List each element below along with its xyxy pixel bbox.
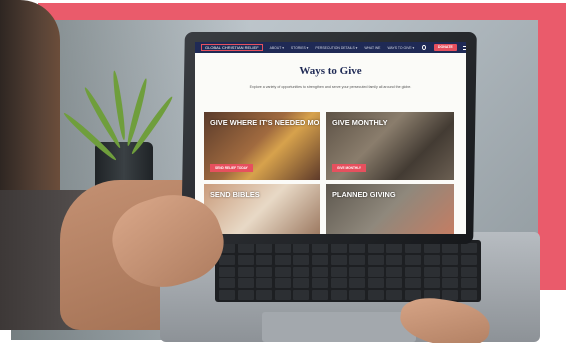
keyboard-key[interactable] xyxy=(274,243,291,253)
keyboard-key[interactable] xyxy=(386,290,403,301)
card-planned-giving[interactable]: PLANNED GIVING xyxy=(326,184,454,234)
keyboard-key[interactable] xyxy=(423,254,440,265)
card-title: GIVE MONTHLY xyxy=(332,118,388,127)
keyboard-key[interactable] xyxy=(256,290,273,301)
site-logo[interactable]: GLOBAL CHRISTIAN RELIEF xyxy=(201,44,263,51)
card-give-monthly[interactable]: GIVE MONTHLY GIVE MONTHLY xyxy=(326,112,454,180)
keyboard-key[interactable] xyxy=(256,254,273,265)
keyboard-key[interactable] xyxy=(330,290,347,301)
keyboard-key[interactable] xyxy=(237,243,254,253)
keyboard-key[interactable] xyxy=(237,254,254,265)
donate-button[interactable]: DONATE ▸ xyxy=(433,44,457,56)
keyboard-key[interactable] xyxy=(219,290,235,301)
keyboard-key[interactable] xyxy=(460,290,477,301)
keyboard-key[interactable] xyxy=(219,278,235,289)
keyboard-key[interactable] xyxy=(442,266,459,277)
keyboard-key[interactable] xyxy=(442,278,459,289)
keyboard-key[interactable] xyxy=(460,254,477,265)
give-monthly-button[interactable]: GIVE MONTHLY xyxy=(332,164,366,172)
nav-item-ways-to-give[interactable]: WAYS TO GIVE ▾ xyxy=(387,46,414,50)
keyboard-key[interactable] xyxy=(405,278,421,289)
keyboard-key[interactable] xyxy=(274,290,291,301)
nav-item-about[interactable]: ABOUT ▾ xyxy=(270,46,284,50)
keyboard-key[interactable] xyxy=(442,254,459,265)
keyboard-key[interactable] xyxy=(312,243,328,253)
keyboard-key[interactable] xyxy=(256,266,273,277)
card-send-bibles[interactable]: SEND BIBLES xyxy=(204,184,320,234)
keyboard-key[interactable] xyxy=(256,243,273,253)
page-title: Ways to Give xyxy=(299,65,362,77)
nav-item-persecution[interactable]: PERSECUTION DETAILS ▾ xyxy=(315,46,357,50)
keyboard-key[interactable] xyxy=(460,243,477,253)
hamburger-icon[interactable] xyxy=(462,45,466,50)
keyboard-key[interactable] xyxy=(460,278,477,289)
photo-scene: GLOBAL CHRISTIAN RELIEF ABOUT ▾ STORIES … xyxy=(0,0,566,343)
keyboard-key[interactable] xyxy=(423,278,440,289)
keyboard-key[interactable] xyxy=(312,254,328,265)
keyboard-key[interactable] xyxy=(293,254,310,265)
keyboard-key[interactable] xyxy=(330,266,347,277)
keyboard-key[interactable] xyxy=(293,290,310,301)
nav-item-stories[interactable]: STORIES ▾ xyxy=(291,46,308,50)
keyboard-key[interactable] xyxy=(423,243,440,253)
card-title: PLANNED GIVING xyxy=(332,190,396,199)
keyboard-key[interactable] xyxy=(330,243,347,253)
keyboard-key[interactable] xyxy=(386,278,403,289)
nav-item-what-we[interactable]: WHAT WE xyxy=(364,46,380,50)
laptop-keyboard xyxy=(215,240,481,302)
keyboard-key[interactable] xyxy=(237,266,254,277)
keyboard-key[interactable] xyxy=(274,266,291,277)
laptop-trackpad xyxy=(262,312,416,342)
keyboard-key[interactable] xyxy=(219,266,235,277)
keyboard-key[interactable] xyxy=(367,290,384,301)
send-relief-button[interactable]: SEND RELIEF TODAY xyxy=(210,164,253,172)
keyboard-key[interactable] xyxy=(237,278,254,289)
page-subtitle: Explore a variety of opportunities to st… xyxy=(249,85,412,89)
keyboard-key[interactable] xyxy=(367,266,384,277)
keyboard-key[interactable] xyxy=(293,266,310,277)
keyboard-key[interactable] xyxy=(330,278,347,289)
keyboard-key[interactable] xyxy=(386,266,403,277)
keyboard-key[interactable] xyxy=(293,278,310,289)
keyboard-key[interactable] xyxy=(442,243,459,253)
keyboard-key[interactable] xyxy=(349,290,366,301)
keyboard-key[interactable] xyxy=(349,278,366,289)
keyboard-key[interactable] xyxy=(405,266,421,277)
keyboard-key[interactable] xyxy=(367,243,384,253)
card-give-needed[interactable]: GIVE WHERE IT'S NEEDED MOST SEND RELIEF … xyxy=(204,112,320,180)
keyboard-key[interactable] xyxy=(386,243,403,253)
keyboard-key[interactable] xyxy=(256,278,273,289)
keyboard-key[interactable] xyxy=(367,278,384,289)
search-icon[interactable] xyxy=(422,45,426,50)
keyboard-key[interactable] xyxy=(349,243,366,253)
laptop-screen: GLOBAL CHRISTIAN RELIEF ABOUT ▾ STORIES … xyxy=(195,42,466,234)
card-title: SEND BIBLES xyxy=(210,190,260,199)
keyboard-key[interactable] xyxy=(349,266,366,277)
keyboard-key[interactable] xyxy=(293,243,310,253)
keyboard-key[interactable] xyxy=(423,266,440,277)
keyboard-key[interactable] xyxy=(405,254,421,265)
keyboard-key[interactable] xyxy=(274,254,291,265)
keyboard-key[interactable] xyxy=(219,254,235,265)
keyboard-key[interactable] xyxy=(386,254,403,265)
keyboard-key[interactable] xyxy=(312,266,328,277)
keyboard-key[interactable] xyxy=(349,254,366,265)
keyboard-key[interactable] xyxy=(330,254,347,265)
keyboard-key[interactable] xyxy=(274,278,291,289)
keyboard-key[interactable] xyxy=(405,243,421,253)
keyboard-key[interactable] xyxy=(312,278,328,289)
site-nav: GLOBAL CHRISTIAN RELIEF ABOUT ▾ STORIES … xyxy=(195,42,466,56)
keyboard-key[interactable] xyxy=(460,266,477,277)
keyboard-key[interactable] xyxy=(367,254,384,265)
keyboard-key[interactable] xyxy=(442,290,459,301)
keyboard-key[interactable] xyxy=(312,290,328,301)
card-title: GIVE WHERE IT'S NEEDED MOST xyxy=(210,118,320,127)
keyboard-key[interactable] xyxy=(237,290,254,301)
